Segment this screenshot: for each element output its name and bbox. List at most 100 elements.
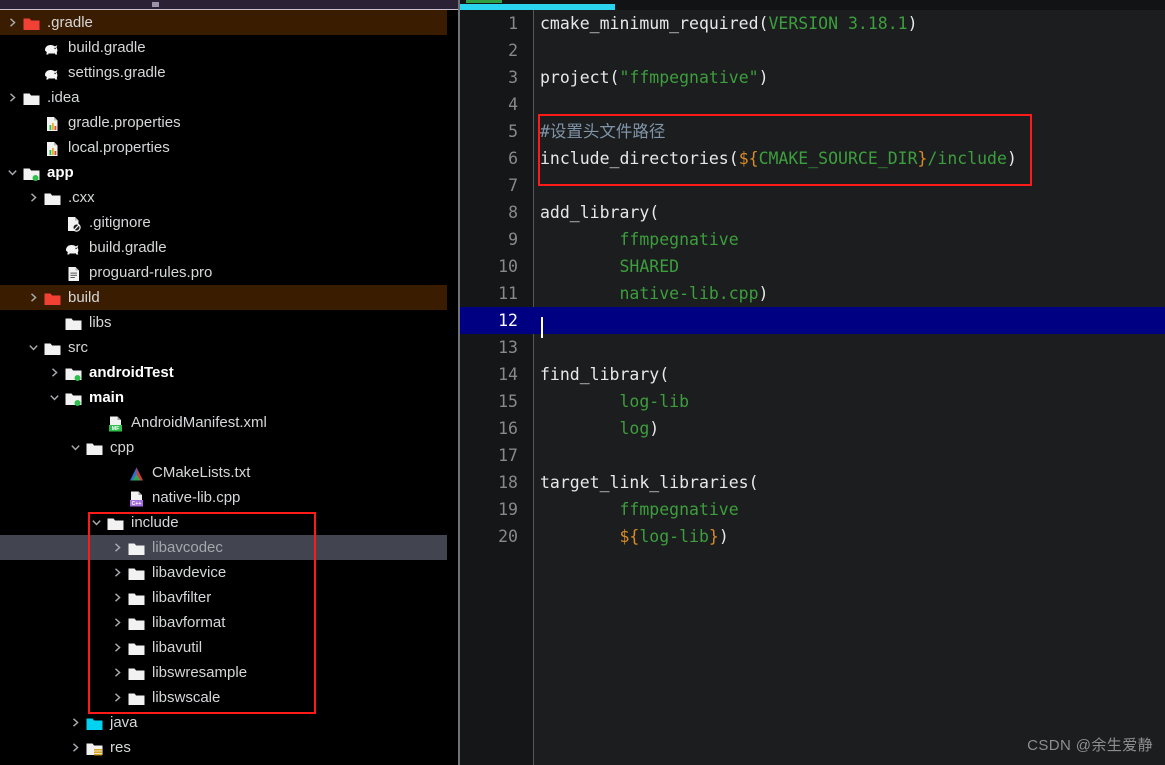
chevron-right-icon[interactable]	[69, 741, 82, 754]
code-line-5[interactable]: 5 #设置头文件路径	[460, 118, 1165, 145]
code-editor[interactable]: 1 cmake_minimum_required(VERSION 3.18.1) 2…	[460, 10, 1165, 765]
chevron-right-icon[interactable]	[111, 691, 124, 704]
tree-item-include[interactable]: include	[0, 510, 460, 535]
folder-white-icon	[128, 690, 145, 706]
chevron-down-icon[interactable]	[6, 166, 19, 179]
tree-item-java[interactable]: java	[0, 710, 460, 735]
chevron-down-icon[interactable]	[69, 441, 82, 454]
code-line-14[interactable]: 14 find_library(	[460, 361, 1165, 388]
tree-item-gitignore[interactable]: .gitignore	[0, 210, 460, 235]
tree-item-cmakelists-txt[interactable]: CMakeLists.txt	[0, 460, 460, 485]
project-tree-panel[interactable]: .gradle build.gradle settings.gradle .idea g…	[0, 10, 460, 765]
code-line-9[interactable]: 9 ffmpegnative	[460, 226, 1165, 253]
code-lines[interactable]: 1 cmake_minimum_required(VERSION 3.18.1) 2…	[460, 10, 1165, 765]
tree-item-src[interactable]: src	[0, 335, 460, 360]
tree-item-local-properties[interactable]: local.properties	[0, 135, 460, 160]
chevron-right-icon[interactable]	[111, 666, 124, 679]
chevron-down-icon[interactable]	[90, 516, 103, 529]
tree-item-main[interactable]: main	[0, 385, 460, 410]
code-token: }	[708, 527, 719, 546]
tree-item-settings-gradle[interactable]: settings.gradle	[0, 60, 460, 85]
tree-item-gradle-properties[interactable]: gradle.properties	[0, 110, 460, 135]
code-token: #设置头文件路径	[540, 122, 666, 141]
project-tree-scrollbar[interactable]	[447, 10, 904, 765]
tree-item-res[interactable]: res	[0, 735, 460, 760]
code-line-15[interactable]: 15 log-lib	[460, 388, 1165, 415]
chevron-down-icon[interactable]	[48, 391, 61, 404]
chevron-right-icon[interactable]	[6, 91, 19, 104]
tree-item-libswscale[interactable]: libswscale	[0, 685, 460, 710]
tree-item-app[interactable]: app	[0, 160, 460, 185]
code-line-1[interactable]: 1 cmake_minimum_required(VERSION 3.18.1)	[460, 10, 1165, 37]
tree-item-build[interactable]: build	[0, 285, 460, 310]
chevron-right-icon[interactable]	[48, 366, 61, 379]
code-line-11[interactable]: 11 native-lib.cpp)	[460, 280, 1165, 307]
chevron-right-icon[interactable]	[111, 616, 124, 629]
folder-cyan-icon	[86, 715, 103, 731]
tree-item-libswresample[interactable]: libswresample	[0, 660, 460, 685]
chevron-right-icon[interactable]	[27, 191, 40, 204]
code-line-6[interactable]: 6 include_directories(${CMAKE_SOURCE_DIR}…	[460, 145, 1165, 172]
tree-item-label: .gradle	[47, 14, 93, 31]
code-line-12[interactable]: 12	[460, 307, 1165, 334]
tree-item-native-lib-cpp[interactable]: C++ native-lib.cpp	[0, 485, 460, 510]
code-line-2[interactable]: 2	[460, 37, 1165, 64]
chevron-right-icon[interactable]	[111, 566, 124, 579]
tree-item-label: CMakeLists.txt	[152, 464, 251, 481]
tree-item-libavfilter[interactable]: libavfilter	[0, 585, 460, 610]
chevron-down-icon[interactable]	[27, 341, 40, 354]
code-line-4[interactable]: 4	[460, 91, 1165, 118]
folder-white-icon	[107, 515, 124, 531]
chevron-right-icon[interactable]	[111, 641, 124, 654]
code-line-8[interactable]: 8 add_library(	[460, 199, 1165, 226]
line-number: 10	[498, 257, 518, 276]
tree-item-label: gradle.properties	[68, 114, 181, 131]
tree-item-label: settings.gradle	[68, 64, 166, 81]
tree-item-label: build.gradle	[89, 239, 167, 256]
tree-item-androidtest[interactable]: androidTest	[0, 360, 460, 385]
tree-item-libavdevice[interactable]: libavdevice	[0, 560, 460, 585]
code-line-7[interactable]: 7	[460, 172, 1165, 199]
code-token: )	[718, 527, 729, 546]
chevron-right-icon[interactable]	[111, 541, 124, 554]
code-line-3[interactable]: 3 project("ffmpegnative")	[460, 64, 1165, 91]
manifest-file-icon: MF	[107, 415, 124, 432]
text-file-icon	[65, 265, 82, 281]
code-line-16[interactable]: 16 log)	[460, 415, 1165, 442]
tree-item-label: libavutil	[152, 639, 203, 656]
tree-item-libavcodec[interactable]: libavcodec	[0, 535, 460, 560]
tree-item-libavutil[interactable]: libavutil	[0, 635, 460, 660]
tree-item-label: libs	[89, 314, 112, 331]
folder-module-icon	[65, 390, 82, 406]
tree-item-proguard-rules-pro[interactable]: proguard-rules.pro	[0, 260, 460, 285]
tree-item-gradle[interactable]: .gradle	[0, 10, 460, 35]
chevron-right-icon[interactable]	[6, 16, 19, 29]
tree-item-libs[interactable]: libs	[0, 310, 460, 335]
code-line-13[interactable]: 13	[460, 334, 1165, 361]
tree-item-label: libswscale	[152, 689, 221, 706]
chevron-right-icon[interactable]	[27, 291, 40, 304]
code-line-19[interactable]: 19 ffmpegnative	[460, 496, 1165, 523]
cpp-file-icon: C++	[128, 490, 145, 507]
chevron-right-icon[interactable]	[69, 716, 82, 729]
tree-item-label: .idea	[47, 89, 80, 106]
tree-item-androidmanifest-xml[interactable]: MF AndroidManifest.xml	[0, 410, 460, 435]
line-number: 2	[508, 41, 518, 60]
tree-item-label: build	[68, 289, 100, 306]
tree-item-libavformat[interactable]: libavformat	[0, 610, 460, 635]
tree-item-build-gradle[interactable]: build.gradle	[0, 235, 460, 260]
code-token: log	[540, 419, 650, 438]
code-line-20[interactable]: 20 ${log-lib})	[460, 523, 1165, 550]
tree-item-cpp[interactable]: cpp	[0, 435, 460, 460]
code-line-17[interactable]: 17	[460, 442, 1165, 469]
code-line-18[interactable]: 18 target_link_libraries(	[460, 469, 1165, 496]
project-tree-list[interactable]: .gradle build.gradle settings.gradle .idea g…	[0, 10, 460, 760]
watermark: CSDN @余生爱静	[1027, 737, 1153, 754]
chevron-right-icon[interactable]	[111, 591, 124, 604]
tree-item-idea[interactable]: .idea	[0, 85, 460, 110]
code-token: )	[758, 68, 769, 87]
tree-item-build-gradle[interactable]: build.gradle	[0, 35, 460, 60]
tree-item-cxx[interactable]: .cxx	[0, 185, 460, 210]
code-line-10[interactable]: 10 SHARED	[460, 253, 1165, 280]
